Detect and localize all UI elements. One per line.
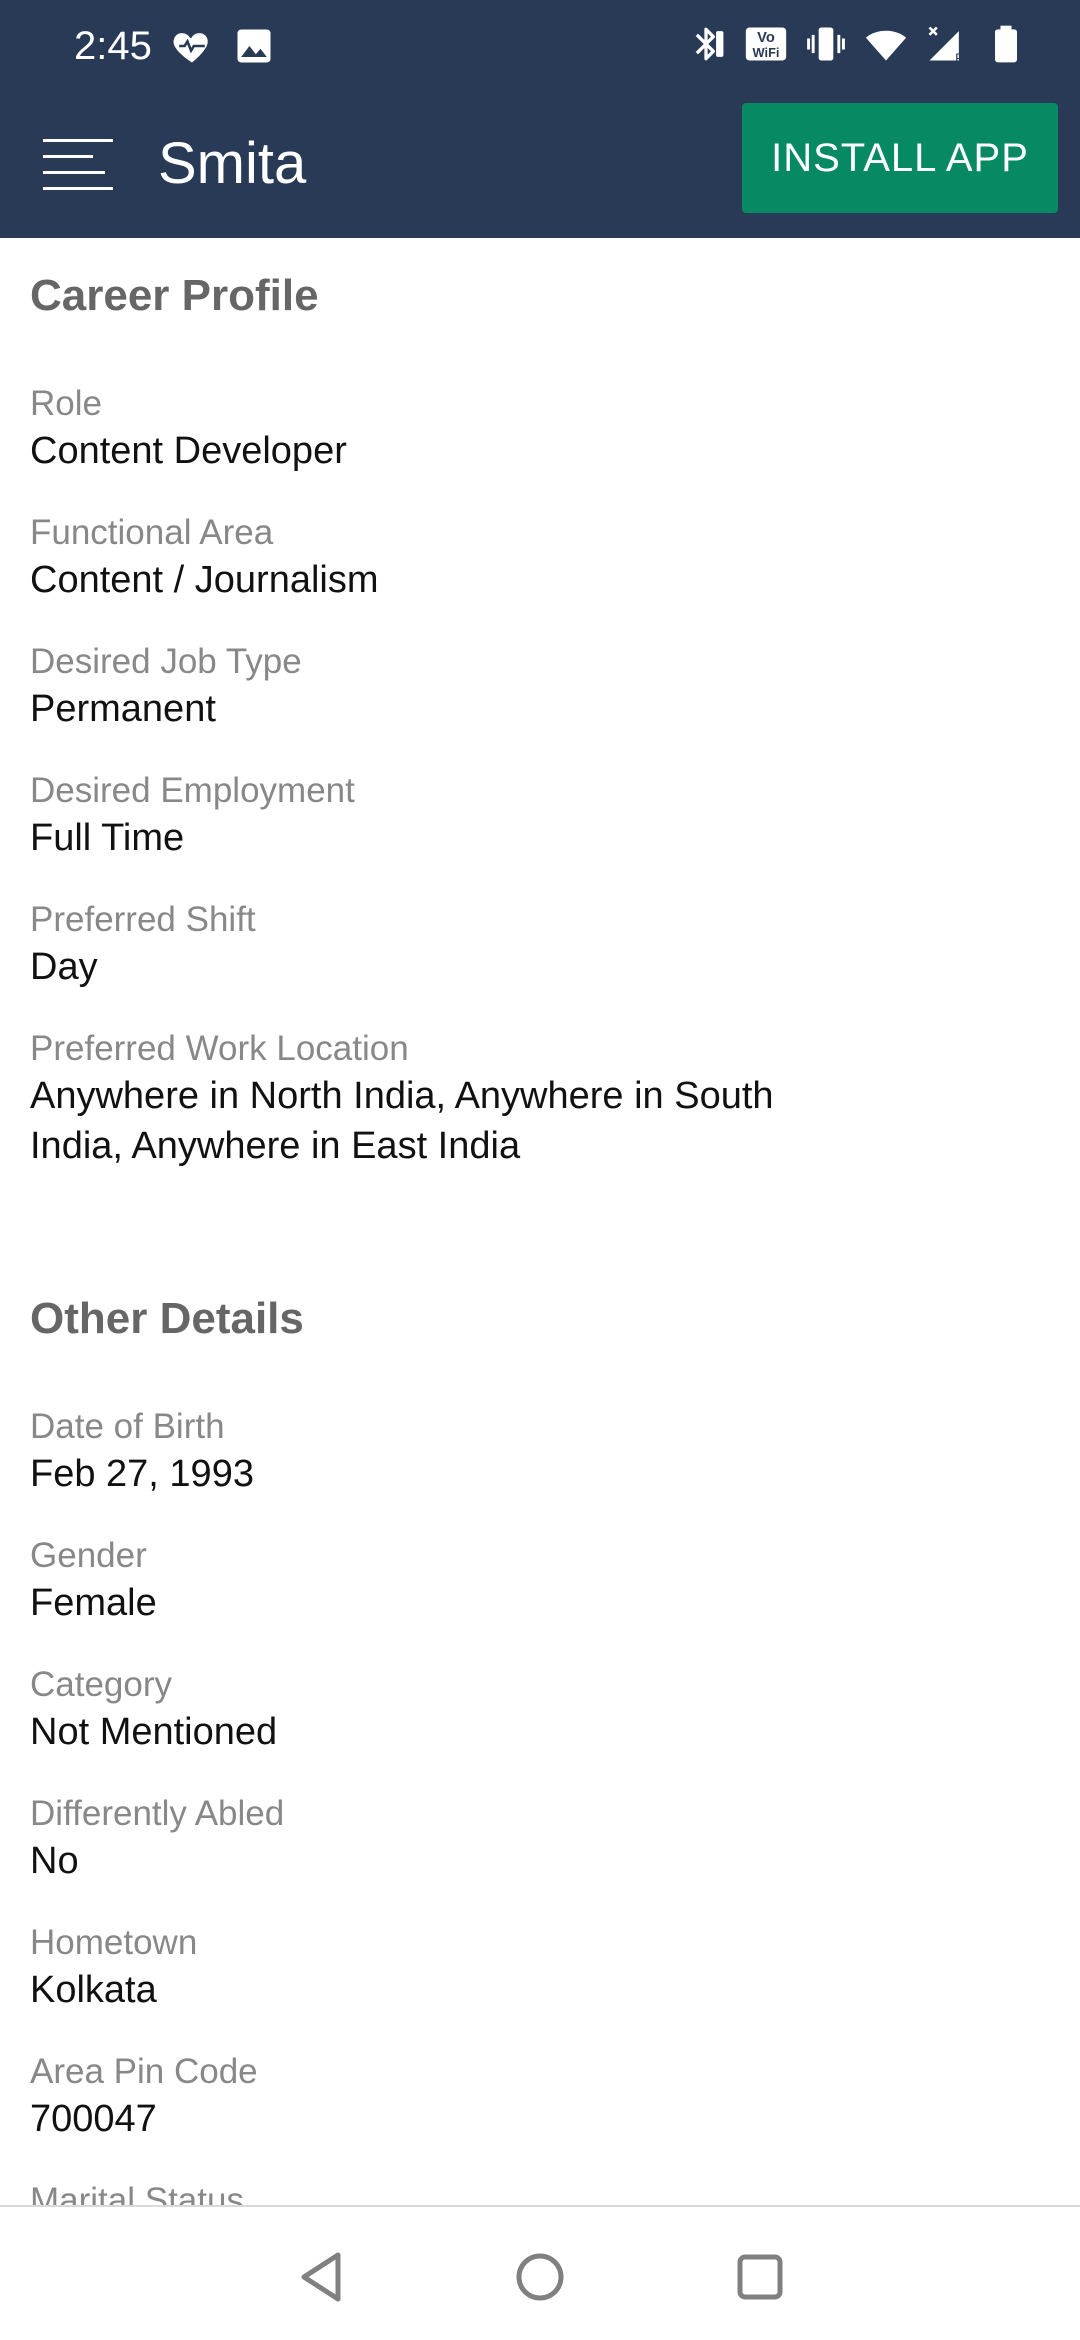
back-button[interactable] — [290, 2245, 354, 2309]
field-label: Preferred Shift — [30, 900, 256, 939]
recents-button[interactable] — [728, 2245, 792, 2309]
vibrate-icon — [807, 27, 845, 61]
recents-icon — [737, 2254, 783, 2300]
field-gender: Gender Female — [30, 1534, 1050, 1628]
field-preferred-shift: Preferred Shift Day — [30, 898, 1050, 992]
field-label: Desired Employment — [30, 771, 355, 810]
field-label: Preferred Work Location — [30, 1029, 409, 1068]
field-functional-area: Functional Area Content / Journalism — [30, 511, 1050, 605]
svg-text:R: R — [955, 50, 964, 65]
vowifi-text-bottom: WiFi — [753, 45, 780, 60]
field-desired-job-type: Desired Job Type Permanent — [30, 640, 1050, 734]
back-icon — [301, 2252, 341, 2302]
other-details-title: Other Details — [30, 1294, 304, 1343]
image-icon — [237, 29, 271, 63]
field-desired-employment: Desired Employment Full Time — [30, 769, 1050, 863]
field-label: Area Pin Code — [30, 2052, 258, 2091]
field-value: Anywhere in North India, Anywhere in Sou… — [30, 1075, 774, 1167]
status-bar: 2:45 Vo WiFi R — [0, 0, 1080, 92]
career-profile-title: Career Profile — [30, 271, 319, 320]
field-value: Permanent — [30, 688, 216, 730]
field-label: Marital Status — [30, 2181, 244, 2205]
field-differently-abled: Differently Abled No — [30, 1792, 1050, 1886]
field-value: Kolkata — [30, 1969, 157, 2011]
bluetooth-icon — [695, 27, 724, 61]
field-value: No — [30, 1840, 79, 1882]
field-label: Functional Area — [30, 513, 274, 552]
field-value: Day — [30, 946, 98, 988]
wifi-icon — [865, 30, 907, 61]
menu-icon — [43, 139, 113, 190]
battery-icon — [995, 25, 1017, 63]
heart-icon — [173, 33, 208, 63]
screen: 2:45 Vo WiFi R Smita INSTALL APP Career … — [0, 0, 1080, 2340]
field-label: Role — [30, 384, 102, 423]
field-area-pin-code: Area Pin Code 700047 — [30, 2050, 1050, 2144]
install-app-button[interactable]: INSTALL APP — [742, 103, 1058, 213]
field-marital-status: Marital Status — [30, 2179, 1050, 2205]
menu-button[interactable] — [30, 120, 126, 210]
field-category: Category Not Mentioned — [30, 1663, 1050, 1757]
field-role: Role Content Developer — [30, 382, 1050, 476]
field-date-of-birth: Date of Birth Feb 27, 1993 — [30, 1405, 1050, 1499]
field-label: Differently Abled — [30, 1794, 285, 1833]
vowifi-icon: Vo WiFi — [745, 27, 787, 61]
field-value: Female — [30, 1582, 157, 1624]
navigation-bar — [0, 2205, 1080, 2340]
app-title: Smita — [158, 131, 307, 196]
status-left-icons — [170, 24, 276, 68]
status-right-icons: Vo WiFi R — [684, 22, 1028, 66]
career-profile-section: Career Profile Role Content Developer Fu… — [0, 238, 1080, 1171]
field-label: Category — [30, 1665, 173, 1704]
vowifi-text-top: Vo — [757, 30, 775, 46]
home-icon — [516, 2253, 564, 2301]
field-value: 700047 — [30, 2098, 157, 2140]
field-label: Gender — [30, 1536, 147, 1575]
app-bar: Smita INSTALL APP — [0, 92, 1080, 238]
field-value: Not Mentioned — [30, 1711, 278, 1753]
field-label: Desired Job Type — [30, 642, 302, 681]
field-value: Content / Journalism — [30, 559, 379, 601]
field-value: Feb 27, 1993 — [30, 1453, 254, 1495]
status-time: 2:45 — [74, 24, 152, 68]
profile-content: Career Profile Role Content Developer Fu… — [0, 238, 1080, 2205]
field-label: Hometown — [30, 1923, 198, 1962]
other-details-section: Other Details Date of Birth Feb 27, 1993… — [0, 1171, 1080, 2205]
field-label: Date of Birth — [30, 1407, 225, 1446]
field-hometown: Hometown Kolkata — [30, 1921, 1050, 2015]
field-value: Full Time — [30, 817, 185, 859]
field-preferred-work-location: Preferred Work Location Anywhere in Nort… — [30, 1027, 1050, 1171]
signal-icon: R — [928, 26, 964, 65]
field-value: Content Developer — [30, 430, 347, 472]
home-button[interactable] — [508, 2245, 572, 2309]
